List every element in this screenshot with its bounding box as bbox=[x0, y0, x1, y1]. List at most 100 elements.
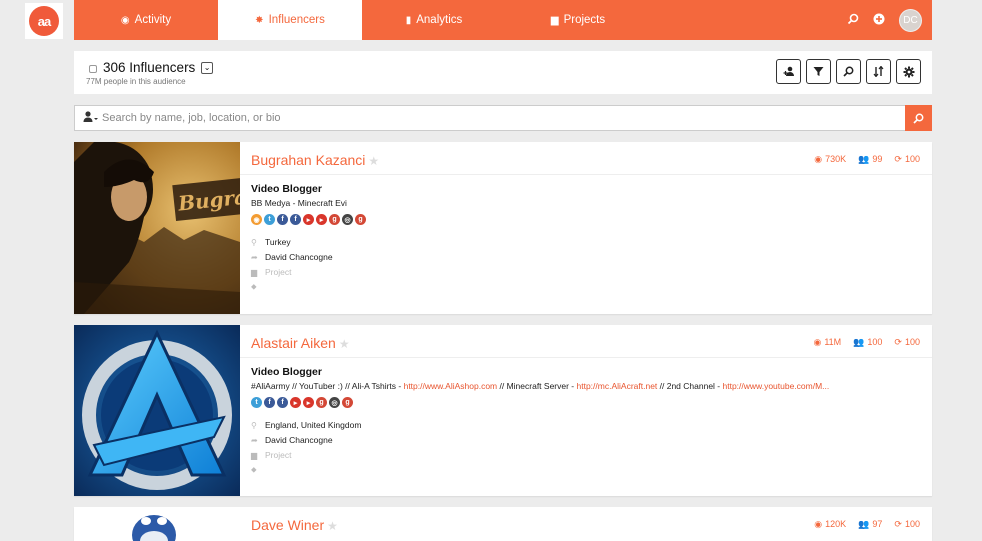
score-value: 100 bbox=[904, 154, 920, 164]
google-plus-icon[interactable]: g bbox=[316, 397, 327, 408]
bio-link[interactable]: http://www.youtube.com/M... bbox=[723, 381, 830, 391]
add-circle-icon[interactable] bbox=[873, 13, 885, 28]
facebook-icon[interactable]: f bbox=[290, 214, 301, 225]
divider bbox=[240, 357, 932, 358]
tab-label: Projects bbox=[563, 14, 606, 26]
search-icon[interactable] bbox=[847, 13, 859, 28]
influencer-stats: ◉ 11M 👥 100 ⟳ 100 bbox=[813, 337, 920, 348]
influencer-photo[interactable]: Bugra bbox=[74, 142, 240, 314]
social-icons: t f f ▸ ▸ g ◎ g bbox=[251, 397, 353, 408]
influencer-stats: ◉ 730K 👥 99 ⟳ 100 bbox=[814, 154, 920, 165]
tab-analytics[interactable]: ▮ Analytics bbox=[362, 0, 506, 40]
tab-label: Influencers bbox=[268, 14, 325, 26]
project[interactable]: ▆ Project bbox=[251, 267, 291, 277]
bio: #AliAarmy // YouTuber :) // Ali-A Tshirt… bbox=[251, 381, 829, 391]
audience-value: 97 bbox=[872, 519, 883, 529]
search-bar bbox=[74, 105, 932, 131]
influencer-photo[interactable] bbox=[74, 325, 240, 496]
users-icon: 👥 bbox=[853, 337, 865, 347]
users-icon: 👥 bbox=[858, 519, 870, 529]
search-submit-button[interactable] bbox=[905, 105, 932, 131]
audience-value: 100 bbox=[867, 337, 883, 347]
influencer-photo[interactable] bbox=[74, 507, 240, 541]
views-stat: ◉ 730K bbox=[814, 154, 846, 165]
sort-button[interactable] bbox=[866, 59, 891, 84]
audience-header: 306 Influencers ⌄ 77M people in this aud… bbox=[74, 51, 932, 94]
twitter-icon[interactable]: t bbox=[264, 214, 275, 225]
star-icon[interactable]: ★ bbox=[327, 519, 338, 533]
influencer-count: 306 Influencers bbox=[103, 60, 196, 75]
bio-text: #AliAarmy // YouTuber :) // Ali-A Tshirt… bbox=[251, 381, 404, 391]
tab-projects[interactable]: ▆ Projects bbox=[506, 0, 650, 40]
eye-icon: ◉ bbox=[814, 154, 823, 164]
instagram-icon[interactable]: ◎ bbox=[342, 214, 353, 225]
logo[interactable]: aa bbox=[25, 3, 63, 39]
page-title: 306 Influencers ⌄ bbox=[103, 60, 214, 75]
project[interactable]: ▆ Project bbox=[251, 450, 291, 460]
star-icon[interactable]: ★ bbox=[368, 154, 379, 168]
user-filter-icon[interactable] bbox=[83, 111, 99, 126]
nav-actions: DC bbox=[847, 0, 932, 40]
influencer-name[interactable]: Bugrahan Kazanci ★ bbox=[251, 152, 379, 168]
share-arrow-icon: ➦ bbox=[251, 436, 258, 445]
audience-stat: 👥 100 bbox=[853, 337, 882, 348]
rss-icon: ◉ bbox=[120, 14, 130, 26]
score-stat: ⟳ 100 bbox=[894, 337, 920, 348]
folder-icon: ▆ bbox=[251, 451, 258, 460]
score-value: 100 bbox=[904, 519, 920, 529]
facebook-icon[interactable]: f bbox=[264, 397, 275, 408]
google-plus-icon[interactable]: g bbox=[342, 397, 353, 408]
select-all-checkbox[interactable] bbox=[89, 65, 97, 73]
audience-stat: 👥 99 bbox=[858, 154, 882, 165]
eye-icon: ◉ bbox=[814, 519, 823, 529]
refresh-icon: ⟳ bbox=[894, 154, 902, 164]
refresh-icon: ⟳ bbox=[894, 519, 902, 529]
name-text: Bugrahan Kazanci bbox=[251, 152, 366, 168]
youtube-icon[interactable]: ▸ bbox=[316, 214, 327, 225]
youtube-icon[interactable]: ▸ bbox=[303, 397, 314, 408]
bio-link[interactable]: http://www.AliAshop.com bbox=[404, 381, 498, 391]
bio-link[interactable]: http://mc.AliAcraft.net bbox=[577, 381, 658, 391]
tags[interactable]: ⬥ bbox=[251, 281, 265, 292]
location-text: England, United Kingdom bbox=[265, 420, 362, 430]
settings-button[interactable] bbox=[896, 59, 921, 84]
map-pin-icon: ⚲ bbox=[251, 421, 257, 430]
facebook-icon[interactable]: f bbox=[277, 397, 288, 408]
views-value: 730K bbox=[825, 154, 847, 164]
influencer-name[interactable]: Alastair Aiken ★ bbox=[251, 335, 350, 351]
divider bbox=[240, 174, 932, 175]
users-icon: 👥 bbox=[858, 154, 870, 164]
bar-chart-icon: ▮ bbox=[405, 14, 412, 26]
add-user-button[interactable] bbox=[776, 59, 801, 84]
bio-text: // Minecraft Server - bbox=[497, 381, 577, 391]
twitter-icon[interactable]: t bbox=[251, 397, 262, 408]
filter-button[interactable] bbox=[806, 59, 831, 84]
tab-influencers[interactable]: ✸ Influencers bbox=[218, 0, 362, 40]
chevron-down-icon[interactable]: ⌄ bbox=[201, 62, 214, 75]
influencer-name[interactable]: Dave Winer ★ bbox=[251, 517, 338, 533]
toolbar bbox=[776, 59, 921, 84]
views-stat: ◉ 120K bbox=[814, 519, 846, 530]
google-plus-icon[interactable]: g bbox=[329, 214, 340, 225]
instagram-icon[interactable]: ◎ bbox=[329, 397, 340, 408]
rss-icon[interactable]: ◉ bbox=[251, 214, 262, 225]
youtube-icon[interactable]: ▸ bbox=[290, 397, 301, 408]
influencer-card[interactable]: Dave Winer ★ ◉ 120K 👥 97 ⟳ 100 bbox=[74, 507, 932, 541]
tab-activity[interactable]: ◉ Activity bbox=[74, 0, 218, 40]
search-input[interactable] bbox=[102, 106, 892, 130]
refresh-icon: ⟳ bbox=[894, 337, 902, 347]
tags[interactable]: ⬥ bbox=[251, 464, 265, 475]
facebook-icon[interactable]: f bbox=[277, 214, 288, 225]
influencer-card[interactable]: Bugra Bugrahan Kazanci ★ ◉ 730K 👥 99 ⟳ 100 V… bbox=[74, 142, 932, 314]
avatar[interactable]: DC bbox=[899, 8, 922, 32]
youtube-icon[interactable]: ▸ bbox=[303, 214, 314, 225]
job-title: Video Blogger bbox=[251, 183, 322, 195]
star-icon[interactable]: ★ bbox=[339, 337, 350, 351]
map-pin-icon: ⚲ bbox=[251, 238, 257, 247]
owner: ➦ David Chancogne bbox=[251, 435, 333, 445]
score-stat: ⟳ 100 bbox=[894, 154, 920, 165]
influencer-card[interactable]: Alastair Aiken ★ ◉ 11M 👥 100 ⟳ 100 Video Blo… bbox=[74, 325, 932, 496]
google-plus-icon[interactable]: g bbox=[355, 214, 366, 225]
job-title: Video Blogger bbox=[251, 366, 322, 378]
search-button[interactable] bbox=[836, 59, 861, 84]
